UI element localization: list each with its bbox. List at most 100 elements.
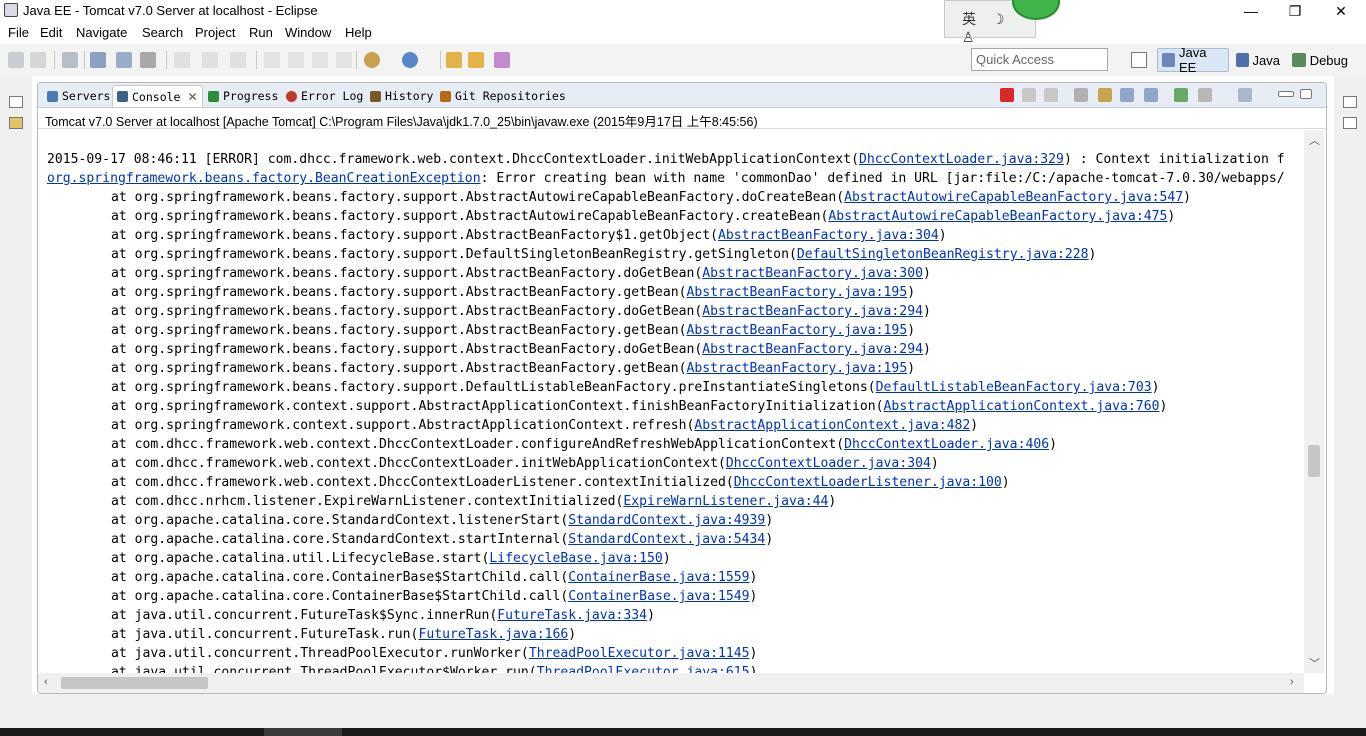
menu-project[interactable]: Project: [195, 25, 235, 40]
remove-all-terminated-icon[interactable]: [1044, 88, 1058, 102]
menu-file[interactable]: File: [8, 25, 29, 40]
console-text: ): [1088, 247, 1097, 262]
stack-trace-link[interactable]: DhccContextLoader.java:304: [726, 456, 931, 471]
display-console-icon[interactable]: [1198, 88, 1212, 102]
scroll-left-icon[interactable]: ‹: [44, 676, 48, 688]
stack-trace-link[interactable]: FutureTask.java:334: [497, 608, 647, 623]
stack-trace-link[interactable]: DhccContextLoaderListener.java:100: [734, 475, 1002, 490]
project-explorer-icon[interactable]: [9, 117, 23, 129]
restore-view-icon[interactable]: [9, 96, 23, 108]
open-perspective-icon[interactable]: [1131, 52, 1147, 68]
show-on-stderr-icon[interactable]: [1144, 88, 1158, 102]
tab-progress[interactable]: Progress: [204, 85, 282, 107]
stop-icon[interactable]: [312, 52, 328, 68]
console-text: ): [647, 608, 655, 623]
stack-trace-link[interactable]: DefaultListableBeanFactory.java:703: [876, 380, 1152, 395]
perspective-java-ee[interactable]: Java EE: [1157, 45, 1229, 75]
open-console-icon[interactable]: [1238, 88, 1252, 102]
open-type-icon[interactable]: [446, 52, 462, 68]
web-service-icon[interactable]: [364, 52, 380, 68]
menu-edit[interactable]: Edit: [40, 25, 62, 40]
scroll-lock-icon[interactable]: [1098, 88, 1112, 102]
pin-console-icon[interactable]: [1174, 88, 1188, 102]
undo-icon[interactable]: [174, 52, 190, 68]
scroll-down-icon[interactable]: ﹀: [1309, 655, 1320, 671]
restore-view-icon[interactable]: [1343, 96, 1357, 108]
stack-trace-link[interactable]: DefaultSingletonBeanRegistry.java:228: [797, 247, 1089, 262]
step-icon[interactable]: [264, 52, 280, 68]
stack-trace-link[interactable]: LifecycleBase.java:150: [489, 551, 662, 566]
vertical-scroll-thumb[interactable]: [1308, 444, 1320, 477]
minimize-button[interactable]: —: [1228, 0, 1274, 22]
stack-trace-link[interactable]: ContainerBase.java:1559: [568, 570, 749, 585]
save-icon[interactable]: [30, 52, 46, 68]
vertical-scrollbar[interactable]: ︿ ﹀: [1304, 130, 1324, 673]
horizontal-scrollbar[interactable]: ‹ ›: [38, 673, 1304, 693]
console-process-label: Tomcat v7.0 Server at localhost [Apache …: [38, 107, 1326, 129]
terminate-icon[interactable]: [1000, 88, 1014, 102]
stack-trace-link[interactable]: AbstractBeanFactory.java:294: [702, 304, 923, 319]
minimize-view-icon[interactable]: [1278, 91, 1294, 97]
redo-icon[interactable]: [202, 52, 218, 68]
show-on-stdout-icon[interactable]: [1120, 88, 1134, 102]
perspective-java[interactable]: Java: [1232, 48, 1284, 72]
menu-run[interactable]: Run: [249, 25, 273, 40]
horizontal-scroll-thumb[interactable]: [61, 677, 208, 689]
menu-search[interactable]: Search: [142, 25, 183, 40]
search-icon[interactable]: [494, 52, 510, 68]
stack-trace-link[interactable]: AbstractAutowireCapableBeanFactory.java:…: [828, 209, 1167, 224]
stack-trace-link[interactable]: DhccContextLoader.java:406: [844, 437, 1049, 452]
console-output[interactable]: 2015-09-17 08:46:11 [ERROR] com.dhcc.fra…: [38, 130, 1304, 673]
restore-button[interactable]: ❐: [1272, 0, 1318, 22]
print-icon[interactable]: [62, 52, 78, 68]
stack-trace-link[interactable]: AbstractBeanFactory.java:195: [686, 285, 907, 300]
stack-trace-link[interactable]: org.springframework.beans.factory.BeanCr…: [47, 171, 481, 186]
skip-breakpoints-icon[interactable]: [90, 52, 106, 68]
stack-trace-link[interactable]: AbstractApplicationContext.java:760: [884, 399, 1160, 414]
stack-trace-link[interactable]: StandardContext.java:5434: [568, 532, 765, 547]
clear-console-icon[interactable]: [1074, 88, 1088, 102]
close-button[interactable]: ✕: [1318, 0, 1364, 22]
tab-git-repositories[interactable]: Git Repositories: [436, 85, 570, 107]
maximize-view-icon[interactable]: [1300, 89, 1312, 99]
tab-history[interactable]: History: [366, 85, 437, 107]
stack-trace-link[interactable]: StandardContext.java:4939: [568, 513, 765, 528]
annotation-icon[interactable]: [230, 52, 246, 68]
outline-view-icon[interactable]: [1343, 117, 1357, 129]
tab-console[interactable]: Console ✕: [112, 85, 203, 107]
menu-help[interactable]: Help: [345, 25, 372, 40]
suspend-icon[interactable]: [288, 52, 304, 68]
menu-navigate[interactable]: Navigate: [76, 25, 127, 40]
menu-window[interactable]: Window: [285, 25, 331, 40]
scroll-up-icon[interactable]: ︿: [1309, 132, 1320, 148]
stack-trace-link[interactable]: AbstractApplicationContext.java:482: [694, 418, 970, 433]
task-icon[interactable]: [116, 52, 132, 68]
quick-access-input[interactable]: Quick Access: [971, 48, 1108, 71]
console-text: at com.dhcc.framework.web.context.DhccCo…: [111, 475, 734, 490]
stack-trace-link[interactable]: ThreadPoolExecutor.java:1145: [529, 646, 750, 661]
stack-trace-link[interactable]: AbstractBeanFactory.java:300: [702, 266, 923, 281]
open-folder-icon[interactable]: [468, 52, 484, 68]
stack-trace-link[interactable]: AbstractBeanFactory.java:195: [686, 361, 907, 376]
perspective-debug[interactable]: Debug: [1288, 48, 1352, 72]
server-run-icon[interactable]: [402, 52, 418, 68]
stack-trace-link[interactable]: AbstractBeanFactory.java:304: [718, 228, 939, 243]
stack-trace-link[interactable]: AbstractBeanFactory.java:195: [686, 323, 907, 338]
remove-launch-icon[interactable]: [1022, 88, 1036, 102]
mark-icon[interactable]: [140, 52, 156, 68]
tab-error-log[interactable]: Error Log: [282, 85, 367, 107]
taskbar-item[interactable]: [264, 728, 342, 736]
stack-trace-link[interactable]: AbstractAutowireCapableBeanFactory.java:…: [844, 190, 1183, 205]
disconnect-icon[interactable]: [336, 52, 352, 68]
console-line: at org.springframework.beans.factory.sup…: [111, 283, 915, 302]
new-icon[interactable]: [8, 52, 24, 68]
scroll-right-icon[interactable]: ›: [1290, 676, 1294, 688]
close-tab-icon[interactable]: ✕: [187, 90, 197, 104]
stack-trace-link[interactable]: ContainerBase.java:1549: [568, 589, 749, 604]
stack-trace-link[interactable]: DhccContextLoader.java:329: [859, 152, 1064, 167]
tab-servers[interactable]: Servers: [43, 85, 114, 107]
stack-trace-link[interactable]: FutureTask.java:166: [418, 627, 568, 642]
stack-trace-link[interactable]: ExpireWarnListener.java:44: [623, 494, 828, 509]
stack-trace-link[interactable]: ThreadPoolExecutor.java:615: [537, 665, 750, 673]
stack-trace-link[interactable]: AbstractBeanFactory.java:294: [702, 342, 923, 357]
